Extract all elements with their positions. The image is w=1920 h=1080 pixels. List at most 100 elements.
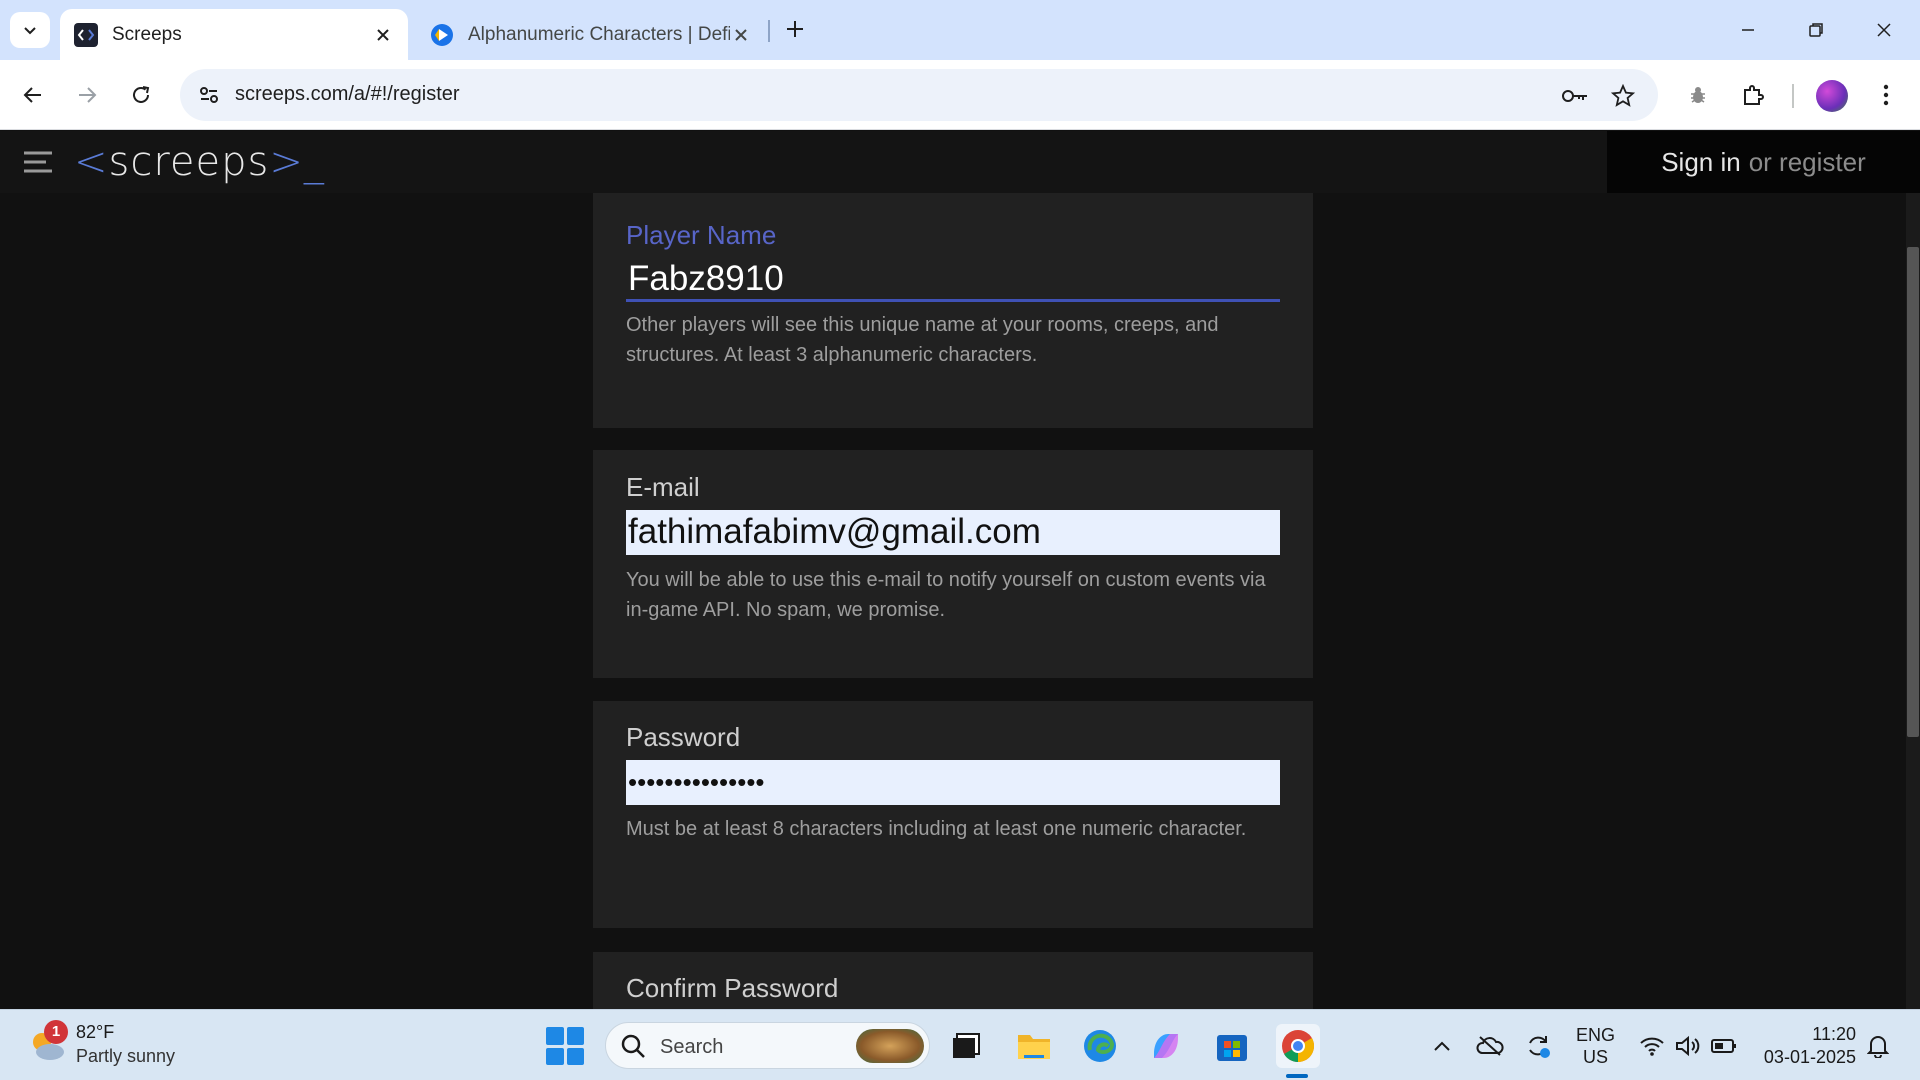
email-label: E-mail [626, 472, 700, 502]
hamburger-menu-icon[interactable] [22, 149, 54, 175]
task-view-icon [953, 1033, 980, 1058]
task-view-app[interactable] [944, 1024, 988, 1068]
file-explorer-app[interactable] [1012, 1024, 1056, 1068]
plus-icon [787, 21, 803, 37]
kebab-menu-icon[interactable] [1868, 77, 1904, 113]
auth-box: Sign in or register [1607, 131, 1920, 193]
logo-open: < [74, 139, 109, 185]
store-app[interactable] [1210, 1024, 1254, 1068]
edge-icon [1084, 1030, 1116, 1062]
restore-button[interactable] [1796, 12, 1836, 48]
chrome-icon [1282, 1030, 1315, 1062]
copilot-icon [1154, 1034, 1178, 1058]
weather-desc: Partly sunny [76, 1046, 176, 1066]
email-card: E-mail fathimafabimv@gmail.com You will … [593, 450, 1313, 678]
arrow-left-icon [23, 87, 41, 103]
weather-badge: 1 [44, 1020, 68, 1044]
password-input[interactable]: ••••••••••••••• [626, 760, 1280, 805]
weather-widget[interactable]: 1 82°F Partly sunny [28, 1020, 228, 1070]
player-name-input[interactable]: Fabz8910 [626, 257, 1280, 302]
tab-screeps[interactable]: Screeps [60, 9, 408, 60]
password-label: Password [626, 722, 741, 752]
logo-close: >_ [269, 139, 325, 185]
scrollbar-thumb[interactable] [1907, 247, 1919, 737]
reload-button[interactable] [122, 76, 160, 114]
sync-icon[interactable] [1524, 1032, 1552, 1060]
taskbar-search[interactable]: Search [605, 1022, 930, 1069]
restore-icon [1809, 23, 1823, 37]
bookmark-star-icon[interactable] [1608, 81, 1638, 111]
sign-in-link[interactable]: Sign in [1661, 147, 1741, 178]
windows-taskbar: 1 82°F Partly sunny Search ENG US 11:20 … [0, 1009, 1920, 1080]
search-icon [621, 1034, 645, 1058]
close-tab-icon[interactable] [372, 24, 394, 46]
close-window-button[interactable] [1864, 12, 1904, 48]
site-info-icon[interactable] [194, 80, 224, 110]
tab-title: Screeps [112, 23, 182, 45]
start-logo-tile [546, 1027, 564, 1045]
wifi-icon[interactable] [1638, 1032, 1666, 1060]
search-highlight-image [856, 1029, 924, 1063]
start-logo-tile [566, 1047, 584, 1065]
site-header: <screeps>_ Sign in or register [0, 131, 1920, 193]
tab-alphanumeric[interactable]: Alphanumeric Characters | Defi [416, 9, 766, 60]
minimize-icon [1742, 29, 1754, 31]
battery-icon[interactable] [1710, 1032, 1738, 1060]
play-favicon-icon [430, 23, 454, 47]
clock-time: 11:20 [1812, 1024, 1856, 1044]
active-app-indicator [1286, 1074, 1308, 1078]
key-icon[interactable] [1560, 81, 1590, 111]
windows-start-button[interactable] [546, 1027, 584, 1065]
edge-app[interactable] [1078, 1024, 1122, 1068]
register-page: Player Name Fabz8910 Other players will … [0, 193, 1906, 1009]
start-logo-tile [546, 1047, 564, 1065]
tab-title: Alphanumeric Characters | Defi [468, 23, 730, 45]
show-hidden-icons-chevron-icon[interactable] [1428, 1032, 1456, 1060]
store-icon [1217, 1035, 1247, 1061]
url-text[interactable]: screeps.com/a/#!/register [235, 83, 460, 106]
forward-button[interactable] [68, 76, 106, 114]
system-clock[interactable]: 11:20 03-01-2025 [1760, 1023, 1856, 1069]
language-code: ENG [1576, 1025, 1616, 1045]
close-tab-icon[interactable] [730, 24, 752, 46]
onedrive-offline-icon[interactable] [1476, 1032, 1504, 1060]
notifications-bell-icon[interactable] [1864, 1032, 1892, 1060]
toolbar-divider [1792, 84, 1794, 108]
new-tab-button[interactable] [780, 14, 810, 44]
reload-icon [133, 86, 150, 103]
minimize-button[interactable] [1728, 12, 1768, 48]
profile-avatar[interactable] [1816, 80, 1848, 112]
arrow-right-icon [79, 87, 97, 103]
volume-icon[interactable] [1674, 1032, 1702, 1060]
logo-name: screeps [108, 139, 270, 185]
tab-separator [768, 20, 770, 42]
confirm-password-label: Confirm Password [626, 973, 839, 1003]
or-register-link[interactable]: or register [1749, 147, 1866, 178]
password-hint: Must be at least 8 characters including … [626, 818, 1247, 840]
confirm-password-card: Confirm Password [593, 952, 1313, 1009]
screeps-favicon-icon [74, 22, 98, 47]
tab-search-button[interactable] [10, 12, 50, 48]
bug-extension-icon[interactable] [1680, 77, 1716, 113]
search-placeholder: Search [660, 1036, 724, 1058]
address-bar[interactable]: screeps.com/a/#!/register [180, 69, 1658, 121]
clock-date: 03-01-2025 [1763, 1047, 1856, 1067]
screeps-logo[interactable]: <screeps>_ [74, 139, 325, 185]
language-indicator[interactable]: ENG US [1576, 1024, 1615, 1068]
browser-toolbar: screeps.com/a/#!/register [0, 60, 1920, 130]
player-name-hint: Other players will see this unique name … [626, 314, 1219, 366]
folder-icon [1018, 1035, 1050, 1059]
email-input[interactable]: fathimafabimv@gmail.com [626, 510, 1280, 555]
extensions-puzzle-icon[interactable] [1735, 77, 1771, 113]
keyboard-region: US [1583, 1047, 1609, 1067]
player-name-label: Player Name [626, 220, 777, 250]
player-name-card: Player Name Fabz8910 Other players will … [593, 193, 1313, 428]
email-hint: You will be able to use this e-mail to n… [626, 569, 1266, 621]
back-button[interactable] [14, 76, 52, 114]
password-card: Password ••••••••••••••• Must be at leas… [593, 701, 1313, 928]
weather-temp: 82°F [76, 1022, 115, 1042]
chrome-app[interactable] [1276, 1024, 1320, 1068]
browser-tab-strip: Screeps Alphanumeric Characters | Defi [0, 0, 1920, 60]
copilot-app[interactable] [1144, 1024, 1188, 1068]
close-icon [1877, 23, 1891, 37]
